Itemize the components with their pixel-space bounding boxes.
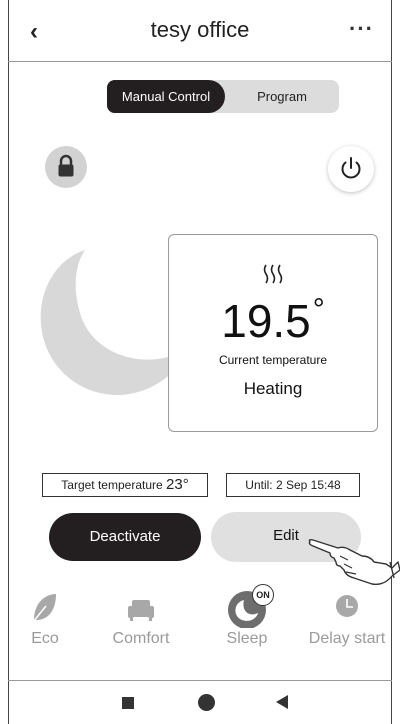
current-temperature-card: 19.5° Current temperature Heating bbox=[168, 234, 378, 432]
system-nav-bar bbox=[8, 680, 392, 724]
clock-icon bbox=[336, 595, 358, 617]
control-mode-segment: Manual Control Program bbox=[107, 80, 339, 113]
target-temperature-box: Target temperature 23° bbox=[42, 473, 208, 497]
mode-comfort-label: Comfort bbox=[112, 630, 170, 647]
heating-waves-icon bbox=[263, 264, 283, 284]
deactivate-button[interactable]: Deactivate bbox=[49, 513, 201, 561]
target-temperature-label: Target temperature bbox=[61, 478, 163, 492]
mode-delay-start-label: Delay start bbox=[308, 630, 386, 647]
power-icon bbox=[341, 157, 361, 179]
recents-square-icon[interactable] bbox=[122, 697, 134, 709]
current-temperature-value: 19.5° bbox=[221, 293, 325, 347]
lock-icon bbox=[58, 154, 74, 177]
mode-eco[interactable]: Eco bbox=[0, 588, 90, 648]
more-options-icon[interactable]: ··· bbox=[349, 16, 374, 42]
back-triangle-icon[interactable] bbox=[276, 695, 288, 709]
program-tab[interactable]: Program bbox=[225, 80, 339, 113]
lock-button[interactable] bbox=[45, 146, 87, 188]
mode-sleep-label: Sleep bbox=[226, 630, 268, 647]
home-circle-icon[interactable] bbox=[198, 694, 215, 711]
mode-comfort[interactable]: Comfort bbox=[96, 588, 186, 648]
moon-icon bbox=[228, 591, 266, 629]
pointing-hand-icon bbox=[308, 539, 400, 586]
target-temperature-value: 23° bbox=[166, 476, 189, 493]
mode-sleep[interactable]: ON Sleep bbox=[202, 584, 292, 648]
mode-delay-start[interactable]: Delay start bbox=[302, 588, 392, 648]
app-header: ‹ tesy office ··· bbox=[8, 0, 392, 62]
current-temperature-label: Current temperature bbox=[218, 353, 328, 367]
temperature-unit: ° bbox=[312, 293, 325, 326]
manual-control-tab[interactable]: Manual Control bbox=[107, 80, 225, 113]
power-button[interactable] bbox=[328, 146, 374, 192]
leaf-icon bbox=[32, 594, 56, 623]
sleep-on-badge: ON bbox=[252, 584, 274, 606]
armchair-icon bbox=[128, 600, 154, 621]
page-title: tesy office bbox=[150, 17, 250, 42]
heating-status: Heating bbox=[243, 379, 303, 398]
until-time-box: Until: 2 Sep 15:48 bbox=[226, 473, 360, 497]
mode-eco-label: Eco bbox=[31, 630, 59, 647]
